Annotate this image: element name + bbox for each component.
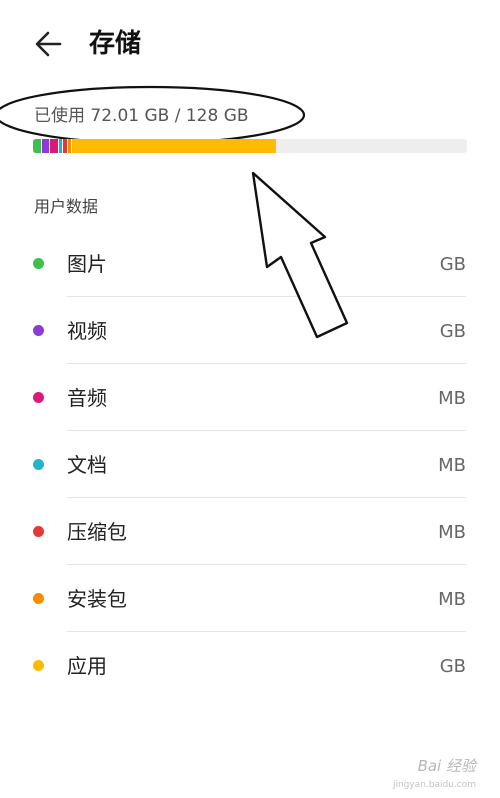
item-label: 音频 — [67, 386, 107, 410]
list-item-videos[interactable]: 视频 GB — [0, 297, 500, 364]
item-size: MB — [438, 388, 466, 409]
category-dot-icon — [33, 526, 44, 537]
category-dot-icon — [33, 392, 44, 403]
item-size: GB — [439, 321, 466, 342]
category-dot-icon — [33, 660, 44, 671]
storage-bar-segment — [41, 139, 51, 153]
section-title-user-data: 用户数据 — [34, 197, 99, 216]
header-bar: 存储 — [0, 0, 500, 88]
item-size: GB — [439, 656, 466, 677]
item-label: 应用 — [67, 654, 107, 678]
category-dot-icon — [33, 593, 44, 604]
arrow-left-icon[interactable] — [30, 26, 66, 62]
item-label: 安装包 — [67, 587, 127, 611]
item-label: 图片 — [67, 252, 107, 276]
page-title: 存储 — [89, 29, 142, 59]
watermark-logo: Bai 经验 — [417, 757, 476, 775]
list-item-apps[interactable]: 应用 GB — [0, 632, 500, 699]
category-dot-icon — [33, 258, 44, 269]
storage-bar-segment — [50, 139, 60, 153]
item-size: MB — [438, 455, 466, 476]
item-size: GB — [439, 254, 466, 275]
list-item-documents[interactable]: 文档 MB — [0, 431, 500, 498]
watermark-url: jingyan.baidu.com — [392, 780, 476, 790]
storage-bar-segment — [72, 139, 276, 153]
list-item-audio[interactable]: 音频 MB — [0, 364, 500, 431]
item-size: MB — [438, 522, 466, 543]
list-item-pictures[interactable]: 图片 GB — [0, 230, 500, 297]
storage-usage-bar — [33, 139, 467, 153]
storage-usage-text: 已使用 72.01 GB / 128 GB — [34, 106, 249, 126]
category-dot-icon — [33, 325, 44, 336]
storage-bar-segment — [33, 139, 42, 153]
item-size: MB — [438, 589, 466, 610]
list-item-installers[interactable]: 安装包 MB — [0, 565, 500, 632]
list-item-archives[interactable]: 压缩包 MB — [0, 498, 500, 565]
item-label: 视频 — [67, 319, 107, 343]
category-dot-icon — [33, 459, 44, 470]
item-label: 文档 — [67, 453, 107, 477]
item-label: 压缩包 — [67, 520, 127, 544]
